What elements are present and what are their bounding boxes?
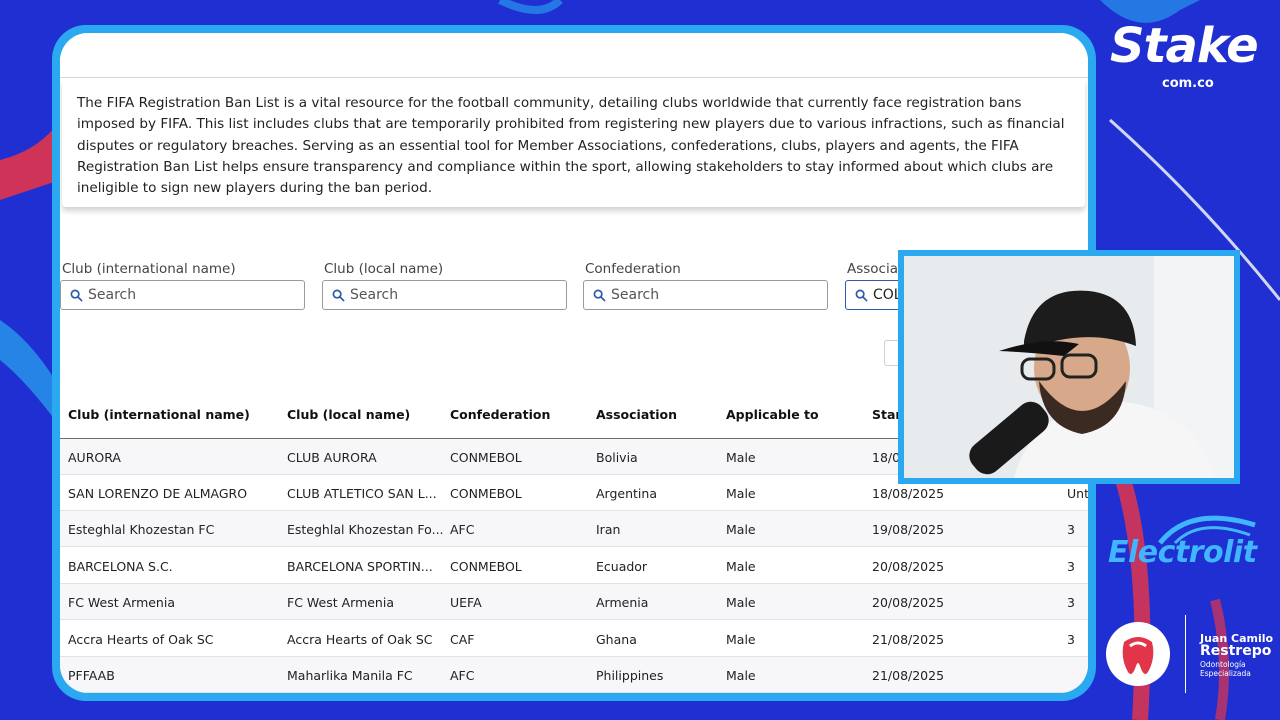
cell-start-date: 18/08/2025 [872, 486, 945, 501]
table-row[interactable]: Esteghlal Khozestan FC Esteghlal Khozest… [60, 511, 1088, 547]
cell-association: Iran [596, 522, 621, 537]
club-local-search-input[interactable]: Search [322, 280, 567, 310]
filter-label-club-international: Club (international name) [62, 261, 236, 277]
electrolit-logo: Electrolit [1108, 535, 1257, 570]
cell-duration: 3 [1067, 559, 1075, 574]
cell-applicable-to: Male [726, 632, 756, 647]
cell-start-date: 18/0 [872, 450, 901, 465]
column-header[interactable]: Confederation [450, 407, 550, 422]
cell-confederation: CONMEBOL [450, 559, 522, 574]
search-placeholder: Search [350, 287, 399, 303]
tooth-icon [1122, 637, 1154, 674]
clinic-subtitle: Especializada [1200, 669, 1251, 678]
search-placeholder: Search [88, 287, 137, 303]
webcam-video [904, 256, 1234, 478]
cell-applicable-to: Male [726, 486, 756, 501]
cell-start-date: 21/08/2025 [872, 668, 945, 683]
clinic-divider [1185, 615, 1186, 693]
cell-association: Argentina [596, 486, 657, 501]
filter-label-confederation: Confederation [585, 261, 681, 277]
cell-club-international: Esteghlal Khozestan FC [68, 522, 215, 537]
table-row[interactable]: Accra Hearts of Oak SC Accra Hearts of O… [60, 621, 1088, 657]
page-header-bar [60, 33, 1088, 78]
column-header[interactable]: Applicable to [726, 407, 819, 422]
cell-club-international: FC West Armenia [68, 595, 175, 610]
cell-club-local: Accra Hearts of Oak SC [287, 632, 433, 647]
cell-duration: Unt [1067, 486, 1088, 501]
cell-applicable-to: Male [726, 450, 756, 465]
cell-club-local: CLUB AURORA [287, 450, 377, 465]
column-header[interactable]: Club (international name) [68, 407, 250, 422]
cell-start-date: 21/08/2025 [872, 632, 945, 647]
cell-club-international: SAN LORENZO DE ALMAGRO [68, 486, 248, 501]
filter-label-club-local: Club (local name) [324, 261, 444, 277]
cell-confederation: CONMEBOL [450, 450, 522, 465]
search-placeholder: Search [611, 287, 660, 303]
stake-wordmark: Stake [1110, 18, 1259, 74]
clinic-name-last: Restrepo [1200, 643, 1272, 659]
cell-association: Armenia [596, 595, 649, 610]
cell-duration: 3 [1067, 632, 1075, 647]
search-icon [332, 289, 345, 302]
cell-applicable-to: Male [726, 522, 756, 537]
clinic-logo-icon [1106, 622, 1170, 686]
search-icon [593, 289, 606, 302]
cell-confederation: AFC [450, 668, 475, 683]
stake-domain: com.co [1162, 76, 1214, 91]
cell-duration: 3 [1067, 522, 1075, 537]
cell-start-date: 19/08/2025 [872, 522, 945, 537]
cell-club-local: Maharlika Manila FC [287, 668, 413, 683]
clinic-subtitle: Odontología [1200, 660, 1246, 669]
filter-label-association: Associa [847, 261, 899, 277]
column-header[interactable]: Association [596, 407, 677, 422]
stake-logo: Stake com.co [1110, 18, 1270, 91]
table-row[interactable]: PFFAAB Maharlika Manila FC AFC Philippin… [60, 657, 1088, 693]
cell-start-date: 20/08/2025 [872, 595, 945, 610]
cell-confederation: CAF [450, 632, 475, 647]
cell-club-local: FC West Armenia [287, 595, 394, 610]
cell-association: Ecuador [596, 559, 648, 574]
search-icon [855, 289, 868, 302]
cell-club-international: BARCELONA S.C. [68, 559, 173, 574]
cell-club-international: Accra Hearts of Oak SC [68, 632, 214, 647]
cell-club-local: BARCELONA SPORTIN... [287, 559, 433, 574]
cell-confederation: CONMEBOL [450, 486, 522, 501]
cell-applicable-to: Male [726, 668, 756, 683]
cell-club-international: AURORA [68, 450, 121, 465]
search-icon [70, 289, 83, 302]
webcam-overlay [898, 250, 1240, 484]
cell-applicable-to: Male [726, 595, 756, 610]
cell-club-international: PFFAAB [68, 668, 115, 683]
club-international-search-input[interactable]: Search [60, 280, 305, 310]
cell-confederation: AFC [450, 522, 475, 537]
cell-duration: 3 [1067, 595, 1075, 610]
table-row[interactable]: BARCELONA S.C. BARCELONA SPORTIN... CONM… [60, 548, 1088, 584]
cell-club-local: CLUB ATLETICO SAN L... [287, 486, 437, 501]
description-card: The FIFA Registration Ban List is a vita… [62, 79, 1085, 207]
column-header[interactable]: Club (local name) [287, 407, 410, 422]
cell-confederation: UEFA [450, 595, 482, 610]
description-text: The FIFA Registration Ban List is a vita… [77, 95, 1065, 197]
cell-association: Philippines [596, 668, 664, 683]
confederation-search-input[interactable]: Search [583, 280, 828, 310]
cell-start-date: 20/08/2025 [872, 559, 945, 574]
presenter-silhouette [904, 256, 1234, 478]
cell-association: Ghana [596, 632, 637, 647]
table-row[interactable]: FC West Armenia FC West Armenia UEFA Arm… [60, 584, 1088, 620]
cell-association: Bolivia [596, 450, 638, 465]
cell-club-local: Esteghlal Khozestan Fo... [287, 522, 444, 537]
cell-applicable-to: Male [726, 559, 756, 574]
